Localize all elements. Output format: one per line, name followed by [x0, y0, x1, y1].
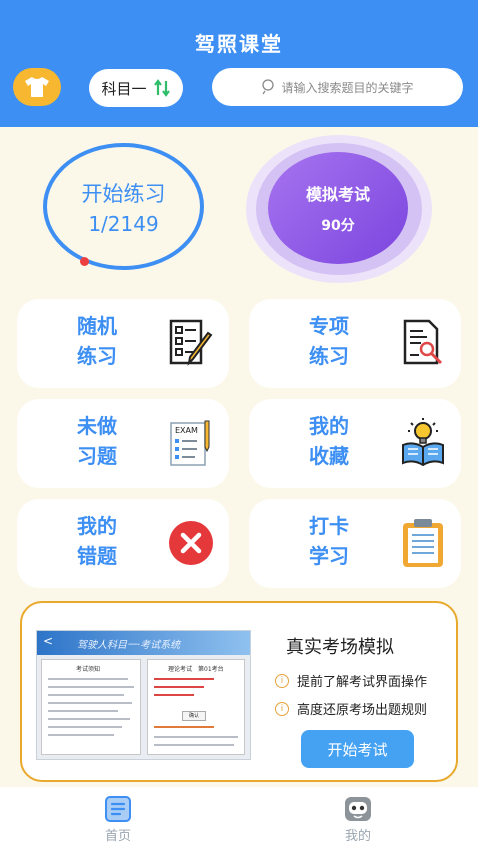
card-label-line2: 收藏	[309, 444, 349, 468]
mock-exam-score: 90分	[321, 218, 355, 234]
tab-mine-label: 我的	[344, 829, 371, 844]
document-magnifier-icon	[403, 319, 443, 365]
card-label-line1: 我的	[309, 414, 349, 438]
checklist-pencil-icon	[169, 319, 213, 366]
app-title: 驾照课堂	[195, 32, 283, 56]
feature-text: 高度还原考场出题规则	[297, 703, 428, 718]
special-practice-card[interactable]: 专项 练习	[249, 299, 461, 388]
practice-progress: 1/2149	[88, 211, 159, 236]
feature-item: i 高度还原考场出题规则	[275, 699, 427, 718]
feature-text: 提前了解考试界面操作	[297, 675, 428, 690]
exam-title: 理论考试 第01考台	[168, 666, 224, 673]
card-label-line1: 随机	[77, 314, 117, 338]
tab-mine[interactable]: 我的	[343, 795, 373, 844]
exam-system-screenshot: < 驾驶人科目一·考试系统 考试须知 理论考试 第01考台 确认	[36, 630, 251, 760]
card-label-line2: 错题	[77, 544, 117, 568]
home-list-icon	[105, 796, 131, 822]
system-title: 驾驶人科目一·考试系统	[77, 640, 181, 651]
search-icon	[262, 79, 275, 95]
info-icon: i	[275, 701, 289, 716]
info-icon: i	[275, 673, 289, 688]
clipboard-icon	[403, 519, 443, 567]
svg-text:EXAM: EXAM	[175, 426, 198, 435]
card-label-line1: 打卡	[309, 514, 349, 538]
subject-label: 科目一	[101, 79, 147, 98]
random-practice-card[interactable]: 随机 练习	[17, 299, 229, 388]
card-label-line1: 我的	[77, 514, 117, 538]
search-placeholder: 请输入搜索题目的关键字	[281, 80, 414, 95]
theme-button[interactable]	[13, 68, 61, 106]
feature-item: i 提前了解考试界面操作	[275, 671, 427, 690]
confirm-mini-button: 确认	[182, 711, 206, 721]
card-label-line2: 学习	[309, 544, 349, 568]
back-arrow-icon: <	[43, 634, 54, 648]
search-box[interactable]: 请输入搜索题目的关键字	[212, 68, 463, 106]
card-label-line1: 专项	[309, 314, 349, 338]
tab-home-label: 首页	[104, 829, 131, 844]
progress-dot	[80, 257, 89, 266]
mock-exam-button[interactable]: 模拟考试 90分	[268, 152, 408, 264]
start-practice-label: 开始练习	[81, 181, 166, 206]
my-mistakes-card[interactable]: 我的 错题	[17, 499, 229, 588]
exam-paper-icon: EXAM	[170, 420, 210, 466]
start-exam-button[interactable]: 开始考试	[301, 730, 414, 768]
tab-home[interactable]: 首页	[104, 795, 132, 844]
subject-switch-button[interactable]: 科目一	[89, 69, 183, 107]
robot-avatar-icon	[345, 797, 371, 821]
card-label-line2: 习题	[77, 444, 117, 468]
tshirt-icon	[25, 77, 49, 97]
bottom-tab-bar: 首页 我的	[0, 787, 478, 850]
book-lightbulb-icon	[402, 418, 444, 467]
undone-questions-card[interactable]: 未做习题 EXAM	[17, 399, 229, 488]
simulation-title: 真实考场模拟	[286, 637, 394, 658]
red-x-icon	[169, 521, 213, 565]
exam-simulation-panel: < 驾驶人科目一·考试系统 考试须知 理论考试 第01考台 确认 真实考场模拟 …	[20, 601, 458, 782]
start-practice-button[interactable]: 开始练习 1/2149	[43, 143, 204, 270]
swap-arrows-icon	[153, 79, 170, 97]
checkin-study-card[interactable]: 打卡 学习	[249, 499, 461, 588]
mock-exam-label: 模拟考试	[305, 185, 370, 204]
card-label-line2: 练习	[77, 344, 117, 368]
header-bar: 驾照课堂 科目一 请输入搜索题目的关键字	[0, 0, 478, 127]
card-label-line1: 未做	[77, 414, 117, 438]
card-label-line2: 练习	[309, 344, 349, 368]
my-favorites-card[interactable]: 我的 收藏	[249, 399, 461, 488]
notice-title: 考试须知	[76, 666, 101, 673]
